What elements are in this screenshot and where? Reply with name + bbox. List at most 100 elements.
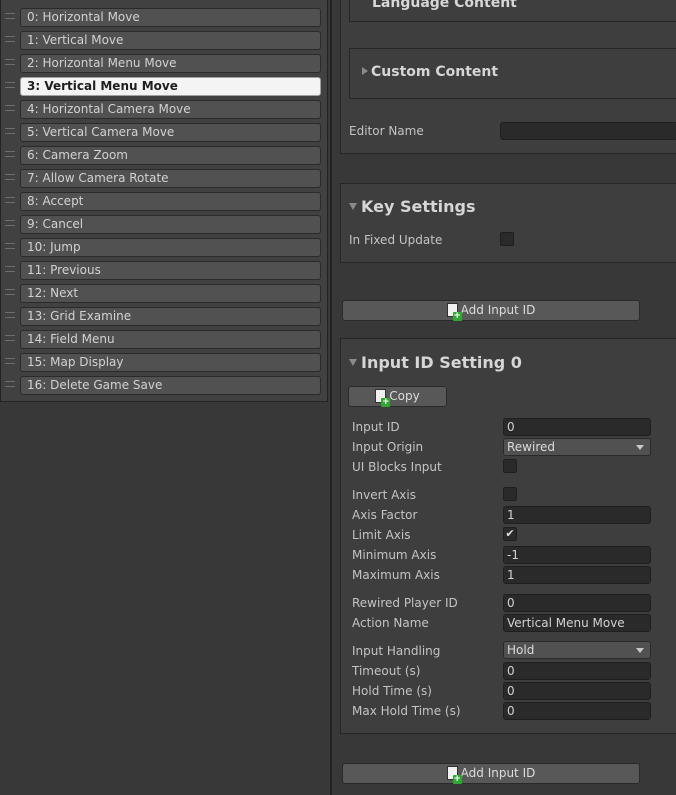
in-fixed-update-label: In Fixed Update [349, 233, 443, 247]
ui-blocks-input-checkbox[interactable] [503, 459, 517, 473]
list-item[interactable]: 5: Vertical Camera Move [1, 121, 327, 144]
add-input-id-button[interactable]: Add Input ID [342, 300, 640, 321]
list-item-label[interactable]: 9: Cancel [20, 215, 321, 234]
list-item[interactable]: 13: Grid Examine [1, 305, 327, 328]
list-item-label[interactable]: 1: Vertical Move [20, 31, 321, 50]
check-icon: ✔ [505, 527, 515, 540]
foldout-arrow-icon [349, 359, 357, 366]
input-handling-dropdown[interactable]: Hold [503, 641, 651, 659]
drag-handle-icon[interactable] [5, 220, 15, 226]
drag-handle-icon[interactable] [5, 151, 15, 157]
drag-handle-icon[interactable] [5, 243, 15, 249]
input-handling-label: Input Handling [352, 644, 441, 658]
drag-handle-icon[interactable] [5, 128, 15, 134]
minimum-axis-field[interactable]: -1 [503, 546, 651, 564]
list-item[interactable]: 1: Vertical Move [1, 29, 327, 52]
list-item[interactable]: 0: Horizontal Move [1, 6, 327, 29]
drag-handle-icon[interactable] [5, 358, 15, 364]
copy-button[interactable]: Copy [348, 386, 447, 407]
inspector-pane: Language Content Custom Content Editor N… [332, 0, 676, 795]
action-name-label: Action Name [352, 616, 429, 630]
input-id-field[interactable]: 0 [503, 418, 651, 436]
editor-name-field[interactable] [500, 122, 676, 140]
list-item-label[interactable]: 2: Horizontal Menu Move [20, 54, 321, 73]
list-item-label[interactable]: 14: Field Menu [20, 330, 321, 349]
list-item[interactable]: 15: Map Display [1, 351, 327, 374]
list-item-label[interactable]: 10: Jump [20, 238, 321, 257]
list-item[interactable]: 14: Field Menu [1, 328, 327, 351]
list-item[interactable]: 6: Camera Zoom [1, 144, 327, 167]
list-item-label[interactable]: 15: Map Display [20, 353, 321, 372]
list-item-label[interactable]: 3: Vertical Menu Move [20, 77, 321, 96]
drag-handle-icon[interactable] [5, 105, 15, 111]
timeout-field[interactable]: 0 [503, 662, 651, 680]
invert-axis-label: Invert Axis [352, 488, 416, 502]
chevron-down-icon [636, 445, 644, 450]
axis-factor-label: Axis Factor [352, 508, 418, 522]
list-item-label[interactable]: 7: Allow Camera Rotate [20, 169, 321, 188]
drag-handle-icon[interactable] [5, 174, 15, 180]
rewired-player-id-field[interactable]: 0 [503, 594, 651, 612]
list-item[interactable]: 11: Previous [1, 259, 327, 282]
max-hold-time-label: Max Hold Time (s) [352, 704, 461, 718]
drag-handle-icon[interactable] [5, 381, 15, 387]
maximum-axis-field[interactable]: 1 [503, 566, 651, 584]
custom-content-title: Custom Content [362, 64, 498, 80]
hold-time-field[interactable]: 0 [503, 682, 651, 700]
in-fixed-update-checkbox[interactable] [500, 232, 514, 246]
drag-handle-icon[interactable] [5, 312, 15, 318]
language-content-title: Language Content [372, 0, 517, 11]
action-name-field[interactable]: Vertical Menu Move [503, 614, 651, 632]
axis-factor-field[interactable]: 1 [503, 506, 651, 524]
list-item-label[interactable]: 6: Camera Zoom [20, 146, 321, 165]
input-id-setting-box: Input ID Setting 0 Copy Input ID 0 Input… [340, 338, 676, 734]
list-item-label[interactable]: 8: Accept [20, 192, 321, 211]
list-item-label[interactable]: 13: Grid Examine [20, 307, 321, 326]
list-item[interactable]: 8: Accept [1, 190, 327, 213]
list-item[interactable]: 3: Vertical Menu Move [1, 75, 327, 98]
drag-handle-icon[interactable] [5, 266, 15, 272]
drag-handle-icon[interactable] [5, 82, 15, 88]
list-item[interactable]: 12: Next [1, 282, 327, 305]
language-content-foldout[interactable]: Language Content [349, 0, 676, 22]
hold-time-label: Hold Time (s) [352, 684, 432, 698]
key-settings-foldout[interactable]: Key Settings [349, 197, 476, 216]
copy-document-icon [375, 389, 391, 407]
drag-handle-icon[interactable] [5, 13, 15, 19]
add-input-id-button-bottom[interactable]: Add Input ID [342, 763, 640, 784]
drag-handle-icon[interactable] [5, 197, 15, 203]
input-origin-dropdown[interactable]: Rewired [503, 438, 651, 456]
invert-axis-checkbox[interactable] [503, 487, 517, 501]
ui-blocks-input-label: UI Blocks Input [352, 460, 442, 474]
list-item-label[interactable]: 11: Previous [20, 261, 321, 280]
input-id-label: Input ID [352, 420, 400, 434]
input-id-setting-foldout[interactable]: Input ID Setting 0 [349, 353, 522, 372]
foldout-arrow-icon [349, 203, 357, 210]
list-item[interactable]: 4: Horizontal Camera Move [1, 98, 327, 121]
drag-handle-icon[interactable] [5, 59, 15, 65]
list-item[interactable]: 10: Jump [1, 236, 327, 259]
list-item-label[interactable]: 0: Horizontal Move [20, 8, 321, 27]
list-item-label[interactable]: 16: Delete Game Save [20, 376, 321, 395]
add-document-icon [446, 766, 462, 784]
drag-handle-icon[interactable] [5, 335, 15, 341]
key-settings-box: Key Settings In Fixed Update [340, 183, 676, 263]
input-list: 0: Horizontal Move 1: Vertical Move 2: Hor… [0, 0, 328, 402]
content-box: Language Content Custom Content Editor N… [340, 0, 676, 154]
drag-handle-icon[interactable] [5, 36, 15, 42]
list-item[interactable]: 9: Cancel [1, 213, 327, 236]
list-item-label[interactable]: 4: Horizontal Camera Move [20, 100, 321, 119]
list-item[interactable]: 16: Delete Game Save [1, 374, 327, 397]
input-origin-label: Input Origin [352, 440, 424, 454]
list-item-label[interactable]: 5: Vertical Camera Move [20, 123, 321, 142]
list-item-label[interactable]: 12: Next [20, 284, 321, 303]
list-item[interactable]: 7: Allow Camera Rotate [1, 167, 327, 190]
custom-content-foldout[interactable]: Custom Content [349, 48, 676, 99]
max-hold-time-field[interactable]: 0 [503, 702, 651, 720]
limit-axis-checkbox[interactable]: ✔ [503, 527, 517, 541]
drag-handle-icon[interactable] [5, 289, 15, 295]
timeout-label: Timeout (s) [352, 664, 421, 678]
maximum-axis-label: Maximum Axis [352, 568, 440, 582]
list-item[interactable]: 2: Horizontal Menu Move [1, 52, 327, 75]
chevron-down-icon [636, 648, 644, 653]
